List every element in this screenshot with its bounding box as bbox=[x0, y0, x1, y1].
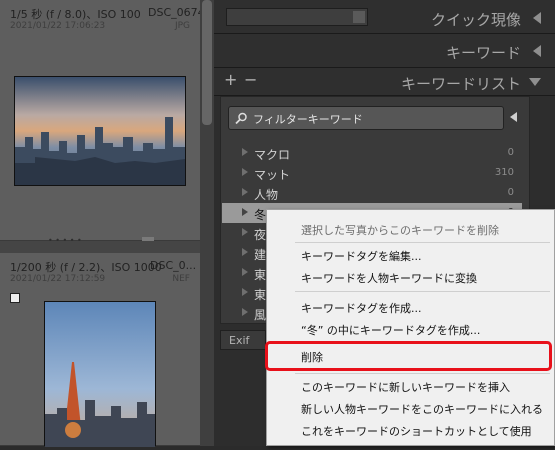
expand-triangle-icon[interactable] bbox=[242, 268, 248, 276]
menu-item-create-keyword-tag[interactable]: キーワードタグを作成... bbox=[301, 300, 422, 316]
delete-highlight-box bbox=[265, 341, 552, 371]
keyword-count: 0 bbox=[507, 187, 514, 198]
expand-triangle-icon[interactable] bbox=[242, 188, 248, 196]
expand-triangle-icon[interactable] bbox=[242, 168, 248, 176]
keywording-header[interactable]: キーワード bbox=[214, 34, 555, 68]
menu-item-edit-keyword-tag[interactable]: キーワードタグを編集... bbox=[301, 248, 422, 264]
photo-cell-2[interactable]: 1/200 秒 (f / 2.2)、ISO 1000 DSC_0... 2021… bbox=[0, 253, 200, 447]
filter-arrow-icon[interactable] bbox=[510, 112, 517, 122]
expand-triangle-icon[interactable] bbox=[242, 288, 248, 296]
keyword-label: 風 bbox=[254, 308, 267, 322]
keyword-label: 人物 bbox=[254, 188, 279, 202]
badge-icon bbox=[142, 237, 154, 241]
city-dusk-image bbox=[15, 77, 185, 185]
keyword-list-title: キーワードリスト bbox=[400, 75, 521, 93]
keywording-title: キーワード bbox=[445, 44, 521, 62]
flag-icon[interactable] bbox=[10, 293, 20, 303]
grid-scrollbar-thumb[interactable] bbox=[202, 0, 212, 125]
keyword-count: 310 bbox=[494, 167, 514, 178]
menu-item-new-person-keyword[interactable]: 新しい人物キーワードをこのキーワードに入れる bbox=[301, 401, 543, 417]
expand-triangle-icon[interactable] bbox=[242, 248, 248, 256]
photo-filename: DSC_0... bbox=[150, 259, 197, 272]
collapse-arrow-icon[interactable] bbox=[533, 45, 541, 57]
photo-exposure: 1/200 秒 (f / 2.2)、ISO 1000 bbox=[10, 261, 162, 274]
menu-divider bbox=[295, 373, 550, 374]
keyword-label: マクロ bbox=[254, 148, 291, 162]
photo-exposure: 1/5 秒 (f / 8.0)、ISO 100 bbox=[10, 8, 141, 21]
photo-date: 2021/01/22 17:06:23 bbox=[10, 21, 106, 31]
exif-select[interactable]: Exif bbox=[220, 330, 266, 350]
preset-select[interactable] bbox=[226, 8, 368, 26]
menu-divider bbox=[295, 242, 550, 243]
photo-filetype: NEF bbox=[172, 274, 190, 284]
collapse-arrow-icon[interactable] bbox=[533, 12, 541, 24]
menu-item-remove-from-photos[interactable]: 選択した写真からこのキーワードを削除 bbox=[301, 222, 499, 238]
photo-grid: 1/5 秒 (f / 8.0)、ISO 100 DSC_0674... 2021… bbox=[0, 0, 215, 447]
expand-triangle-icon[interactable] bbox=[242, 228, 248, 236]
expand-triangle-icon[interactable] bbox=[242, 308, 248, 316]
expand-triangle-icon[interactable] bbox=[242, 148, 248, 156]
add-keyword-button[interactable]: + bbox=[224, 70, 237, 89]
context-menu: 選択した写真からこのキーワードを削除 キーワードタグを編集... キーワードを人… bbox=[266, 209, 555, 446]
photo-thumbnail-2[interactable] bbox=[44, 301, 156, 447]
grid-dots: • • • • • bbox=[48, 236, 82, 245]
keyword-row[interactable]: マット 310 bbox=[222, 163, 522, 183]
tokyo-tower-image bbox=[45, 302, 155, 447]
photo-date: 2021/01/22 17:12:59 bbox=[10, 274, 106, 284]
chevron-down-icon bbox=[353, 11, 365, 23]
menu-divider bbox=[295, 291, 550, 292]
keyword-label: 東 bbox=[254, 268, 267, 282]
remove-keyword-button[interactable]: − bbox=[244, 70, 257, 89]
menu-item-insert-new-keyword[interactable]: このキーワードに新しいキーワードを挿入 bbox=[301, 379, 510, 395]
keyword-label: 冬 bbox=[254, 208, 267, 222]
keyword-row[interactable]: マクロ 0 bbox=[222, 143, 522, 163]
exif-label: Exif bbox=[229, 334, 250, 347]
menu-item-use-as-shortcut[interactable]: これをキーワードのショートカットとして使用 bbox=[301, 423, 532, 439]
keyword-label: 建 bbox=[254, 248, 267, 262]
keyword-list-header[interactable]: + − キーワードリスト bbox=[214, 68, 555, 96]
search-icon bbox=[235, 112, 247, 125]
expand-arrow-icon[interactable] bbox=[529, 78, 541, 86]
quick-develop-title: クイック現像 bbox=[430, 11, 521, 29]
photo-thumbnail-1[interactable] bbox=[14, 76, 186, 186]
expand-triangle-icon[interactable] bbox=[242, 208, 248, 216]
keyword-row[interactable]: 人物 0 bbox=[222, 183, 522, 203]
photo-filetype: JPG bbox=[174, 21, 190, 31]
menu-item-convert-to-person[interactable]: キーワードを人物キーワードに変換 bbox=[301, 270, 477, 286]
keyword-count: 0 bbox=[507, 147, 514, 158]
keyword-label: 夜 bbox=[254, 228, 267, 242]
menu-item-create-tag-inside[interactable]: “冬” の中にキーワードタグを作成... bbox=[301, 322, 480, 338]
keyword-filter-input[interactable]: フィルターキーワード bbox=[228, 106, 504, 130]
keyword-label: マット bbox=[254, 168, 291, 182]
filter-placeholder: フィルターキーワード bbox=[253, 113, 363, 126]
quick-develop-header[interactable]: クイック現像 bbox=[214, 0, 555, 34]
keyword-label: 東 bbox=[254, 288, 267, 302]
photo-cell-1[interactable]: 1/5 秒 (f / 8.0)、ISO 100 DSC_0674... 2021… bbox=[0, 0, 215, 245]
